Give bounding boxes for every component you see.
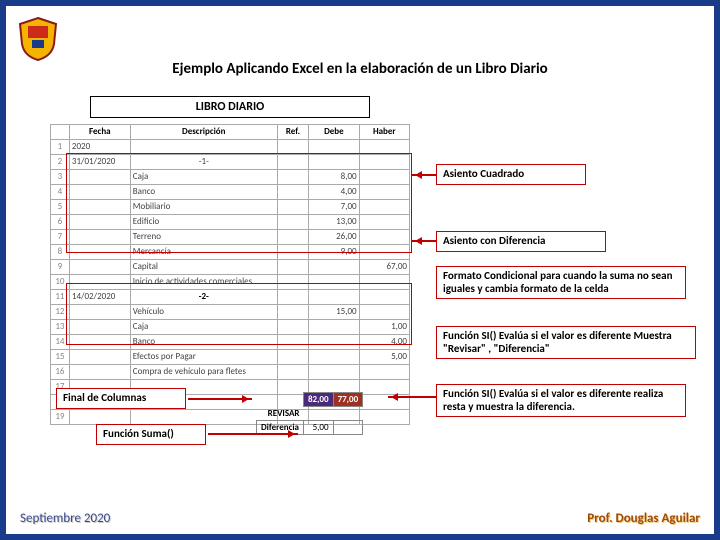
footer-date: Septiembre 2020 (20, 511, 110, 526)
table-row: 10Inicio de actividades comerciales (51, 275, 410, 290)
table-row: 15Efectos por Pagar5,00 (51, 350, 410, 365)
page-title: Ejemplo Aplicando Excel en la elaboració… (6, 60, 714, 78)
col-ref: Ref. (277, 125, 308, 140)
table-row: 5Mobiliario7,00 (51, 200, 410, 215)
arrow-formato-cond (388, 396, 436, 398)
total-haber: 77,00 (333, 393, 363, 407)
table-row: 12020 (51, 140, 410, 155)
col-desc: Descripción (130, 125, 277, 140)
table-row: 3Caja8,00 (51, 170, 410, 185)
arrow-asiento-dif (412, 240, 436, 242)
table-row: 16Compra de vehículo para fletes (51, 365, 410, 380)
revisar-label: REVISAR (257, 407, 304, 421)
arrow-funcion-suma (208, 433, 298, 435)
diferencia-value: 5,00 (303, 421, 333, 435)
table-row: 231/01/2020-1- (51, 155, 410, 170)
table-row: 8Mercancía9,00 (51, 245, 410, 260)
note-final-columnas: Final de Columnas (56, 388, 186, 409)
spreadsheet: LIBRO DIARIO Fecha Descripción Ref. Debe… (50, 96, 410, 425)
col-debe: Debe (309, 125, 359, 140)
summary-box: 82,00 77,00 REVISAR Diferencia 5,00 (256, 392, 363, 435)
col-haber: Haber (359, 125, 409, 140)
ledger-table: Fecha Descripción Ref. Debe Haber 120202… (50, 124, 410, 425)
crest-logo (14, 14, 62, 62)
table-row: 1114/02/2020-2- (51, 290, 410, 305)
arrow-asiento-cuadrado (412, 174, 436, 176)
arrow-final-cols (188, 398, 252, 400)
footer-author: Prof. Douglas Aguilar (587, 511, 700, 526)
table-row: 14Banco4,00 (51, 335, 410, 350)
total-debe: 82,00 (303, 393, 333, 407)
note-funcion-si-diferencia: Función SI() Evalúa si el valor es difer… (436, 384, 686, 417)
table-row: 13Caja1,00 (51, 320, 410, 335)
table-row: 12Vehículo15,00 (51, 305, 410, 320)
col-fecha: Fecha (69, 125, 130, 140)
note-asiento-cuadrado: Asiento Cuadrado (436, 164, 586, 185)
table-row: 4Banco4,00 (51, 185, 410, 200)
table-row: 7Terreno26,00 (51, 230, 410, 245)
table-row: 6Edificio13,00 (51, 215, 410, 230)
note-funcion-suma: Función Suma() (96, 424, 206, 445)
sheet-title: LIBRO DIARIO (90, 96, 370, 118)
table-row: 9Capital67,00 (51, 260, 410, 275)
note-funcion-si-revisar: Función SI() Evalúa si el valor es difer… (436, 326, 696, 359)
rownum-header (51, 125, 70, 140)
note-formato-condicional: Formato Condicional para cuando la suma … (436, 266, 686, 299)
note-asiento-dif: Asiento con Diferencia (436, 231, 606, 252)
